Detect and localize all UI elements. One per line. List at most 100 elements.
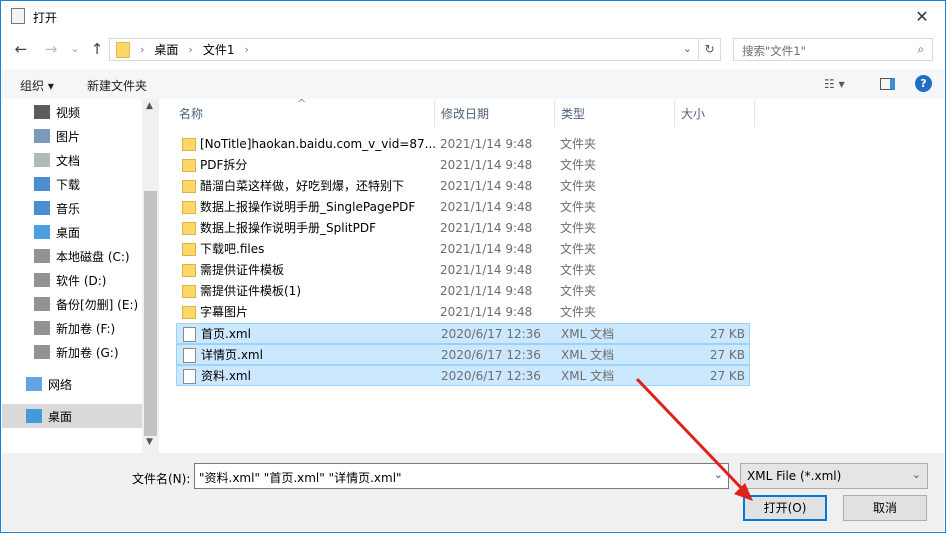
drive-icon	[34, 297, 50, 311]
drive-icon	[34, 345, 50, 359]
sidebar-item[interactable]: 桌面	[2, 404, 142, 428]
desktop-icon	[26, 409, 42, 423]
folder-icon	[182, 180, 196, 193]
chevron-right-icon: ›	[188, 43, 193, 56]
scrollbar-thumb[interactable]	[144, 191, 157, 436]
chevron-right-icon: ›	[244, 43, 249, 56]
music-icon	[34, 201, 50, 215]
forward-button[interactable]: →	[41, 40, 61, 58]
sidebar-item[interactable]: 音乐	[2, 196, 142, 220]
column-header-name[interactable]: 名称	[173, 101, 435, 127]
back-button[interactable]: ←	[11, 40, 31, 58]
file-name: 需提供证件模板(1)	[200, 284, 301, 298]
file-row[interactable]: 醋溜白菜这样做，好吃到爆，还特别下 2021/1/14 9:48 文件夹	[176, 176, 750, 197]
help-icon[interactable]: ?	[915, 75, 932, 92]
file-type: XML 文档	[561, 327, 615, 341]
navigation-pane: 视频 图片 文档 下载 音乐 桌面 本地磁盘 (C:) 软件 (D:) 备份[勿删] (E:) 新…	[2, 99, 142, 453]
toolbar: 组织 ▾ 新建文件夹 ☷ ▾ ?	[2, 69, 944, 99]
file-date: 2021/1/14 9:48	[440, 179, 533, 193]
chevron-down-icon[interactable]: ⌄	[714, 468, 723, 481]
file-type: 文件夹	[560, 158, 597, 172]
sidebar-item-label: 图片	[56, 129, 81, 144]
file-type: 文件夹	[560, 221, 597, 235]
sidebar-item-label: 本地磁盘 (C:)	[56, 249, 130, 264]
sidebar-item[interactable]: 备份[勿删] (E:)	[2, 292, 142, 316]
new-folder-button[interactable]: 新建文件夹	[87, 77, 147, 94]
address-bar[interactable]: › 桌面 › 文件1 › ⌄	[109, 38, 699, 61]
file-date: 2020/6/17 12:36	[441, 348, 541, 362]
file-date: 2021/1/14 9:48	[440, 242, 533, 256]
sidebar-item[interactable]: 新加卷 (F:)	[2, 316, 142, 340]
breadcrumb-folder[interactable]: 文件1	[203, 41, 235, 58]
file-date: 2021/1/14 9:48	[440, 200, 533, 214]
file-size: 27 KB	[709, 327, 745, 341]
column-header-type[interactable]: 类型	[555, 101, 675, 127]
file-type: 文件夹	[560, 242, 597, 256]
file-type: 文件夹	[560, 284, 597, 298]
file-row[interactable]: 数据上报操作说明手册_SinglePagePDF 2021/1/14 9:48 文件…	[176, 197, 750, 218]
file-name: 字幕图片	[200, 305, 249, 319]
app-icon	[11, 8, 25, 24]
file-name: 资料.xml	[201, 369, 251, 383]
filename-label: 文件名(N):	[132, 472, 191, 486]
file-type: 文件夹	[560, 200, 597, 214]
file-name: 醋溜白菜这样做，好吃到爆，还特别下	[200, 179, 405, 193]
filetype-select[interactable]: XML File (*.xml) ⌄	[740, 463, 928, 489]
file-row[interactable]: 详情页.xml 2020/6/17 12:36 XML 文档 27 KB	[176, 344, 750, 365]
open-button[interactable]: 打开(O)	[743, 495, 827, 521]
sidebar-item[interactable]: 下载	[2, 172, 142, 196]
file-row[interactable]: 资料.xml 2020/6/17 12:36 XML 文档 27 KB	[176, 365, 750, 386]
folder-icon	[182, 222, 196, 235]
sidebar-item[interactable]: 视频	[2, 100, 142, 124]
breadcrumb-desktop[interactable]: 桌面	[154, 41, 178, 58]
column-header-size[interactable]: 大小	[675, 101, 755, 127]
file-row[interactable]: 需提供证件模板 2021/1/14 9:48 文件夹	[176, 260, 750, 281]
file-date: 2021/1/14 9:48	[440, 137, 533, 151]
file-row[interactable]: [NoTitle]haokan.baidu.com_v_vid=87... 202…	[176, 134, 750, 155]
file-name: 数据上报操作说明手册_SplitPDF	[200, 221, 376, 235]
sidebar-item-label: 软件 (D:)	[56, 273, 107, 288]
drive-icon	[34, 249, 50, 263]
download-icon	[34, 177, 50, 191]
file-date: 2021/1/14 9:48	[440, 305, 533, 319]
file-date: 2020/6/17 12:36	[441, 369, 541, 383]
folder-icon	[182, 159, 196, 172]
sidebar-item[interactable]: 本地磁盘 (C:)	[2, 244, 142, 268]
sidebar-item[interactable]: 图片	[2, 124, 142, 148]
file-name: 需提供证件模板	[200, 263, 285, 277]
organize-button[interactable]: 组织 ▾	[20, 77, 54, 94]
file-name: 详情页.xml	[201, 348, 263, 362]
sidebar-item[interactable]: 网络	[2, 372, 142, 396]
file-row[interactable]: 首页.xml 2020/6/17 12:36 XML 文档 27 KB	[176, 323, 750, 344]
pictures-icon	[34, 129, 50, 143]
preview-pane-icon[interactable]	[880, 78, 895, 90]
documents-icon	[34, 153, 50, 167]
search-placeholder: 搜索"文件1"	[742, 44, 806, 58]
sidebar-item-label: 文档	[56, 153, 81, 168]
sidebar-item[interactable]: 桌面	[2, 220, 142, 244]
recent-locations-button[interactable]: ⌄	[65, 40, 85, 58]
file-row[interactable]: PDF拆分 2021/1/14 9:48 文件夹	[176, 155, 750, 176]
column-header-date[interactable]: 修改日期	[435, 101, 555, 127]
close-button[interactable]: ✕	[899, 1, 945, 33]
filetype-value: XML File (*.xml)	[747, 469, 842, 483]
cancel-button[interactable]: 取消	[843, 495, 927, 521]
sidebar-item-label: 音乐	[56, 201, 81, 216]
view-options-icon[interactable]: ☷ ▾	[824, 77, 845, 91]
sidebar-item[interactable]: 新加卷 (G:)	[2, 340, 142, 364]
search-input[interactable]: 搜索"文件1" ⌕	[733, 38, 933, 61]
folder-icon	[116, 41, 130, 58]
chevron-right-icon: ›	[140, 43, 145, 56]
sidebar-item-label: 备份[勿删] (E:)	[56, 297, 139, 312]
file-row[interactable]: 下载吧.files 2021/1/14 9:48 文件夹	[176, 239, 750, 260]
file-row[interactable]: 数据上报操作说明手册_SplitPDF 2021/1/14 9:48 文件夹	[176, 218, 750, 239]
file-row[interactable]: 需提供证件模板(1) 2021/1/14 9:48 文件夹	[176, 281, 750, 302]
address-dropdown-icon[interactable]: ⌄	[683, 42, 692, 55]
refresh-button[interactable]: ↻	[699, 38, 721, 61]
sidebar-item[interactable]: 软件 (D:)	[2, 268, 142, 292]
filename-input[interactable]: "资料.xml" "首页.xml" "详情页.xml" ⌄	[194, 463, 729, 489]
up-button[interactable]: ↑	[87, 40, 107, 58]
sidebar-item[interactable]: 文档	[2, 148, 142, 172]
sidebar-item-label: 视频	[56, 105, 81, 120]
file-row[interactable]: 字幕图片 2021/1/14 9:48 文件夹	[176, 302, 750, 323]
